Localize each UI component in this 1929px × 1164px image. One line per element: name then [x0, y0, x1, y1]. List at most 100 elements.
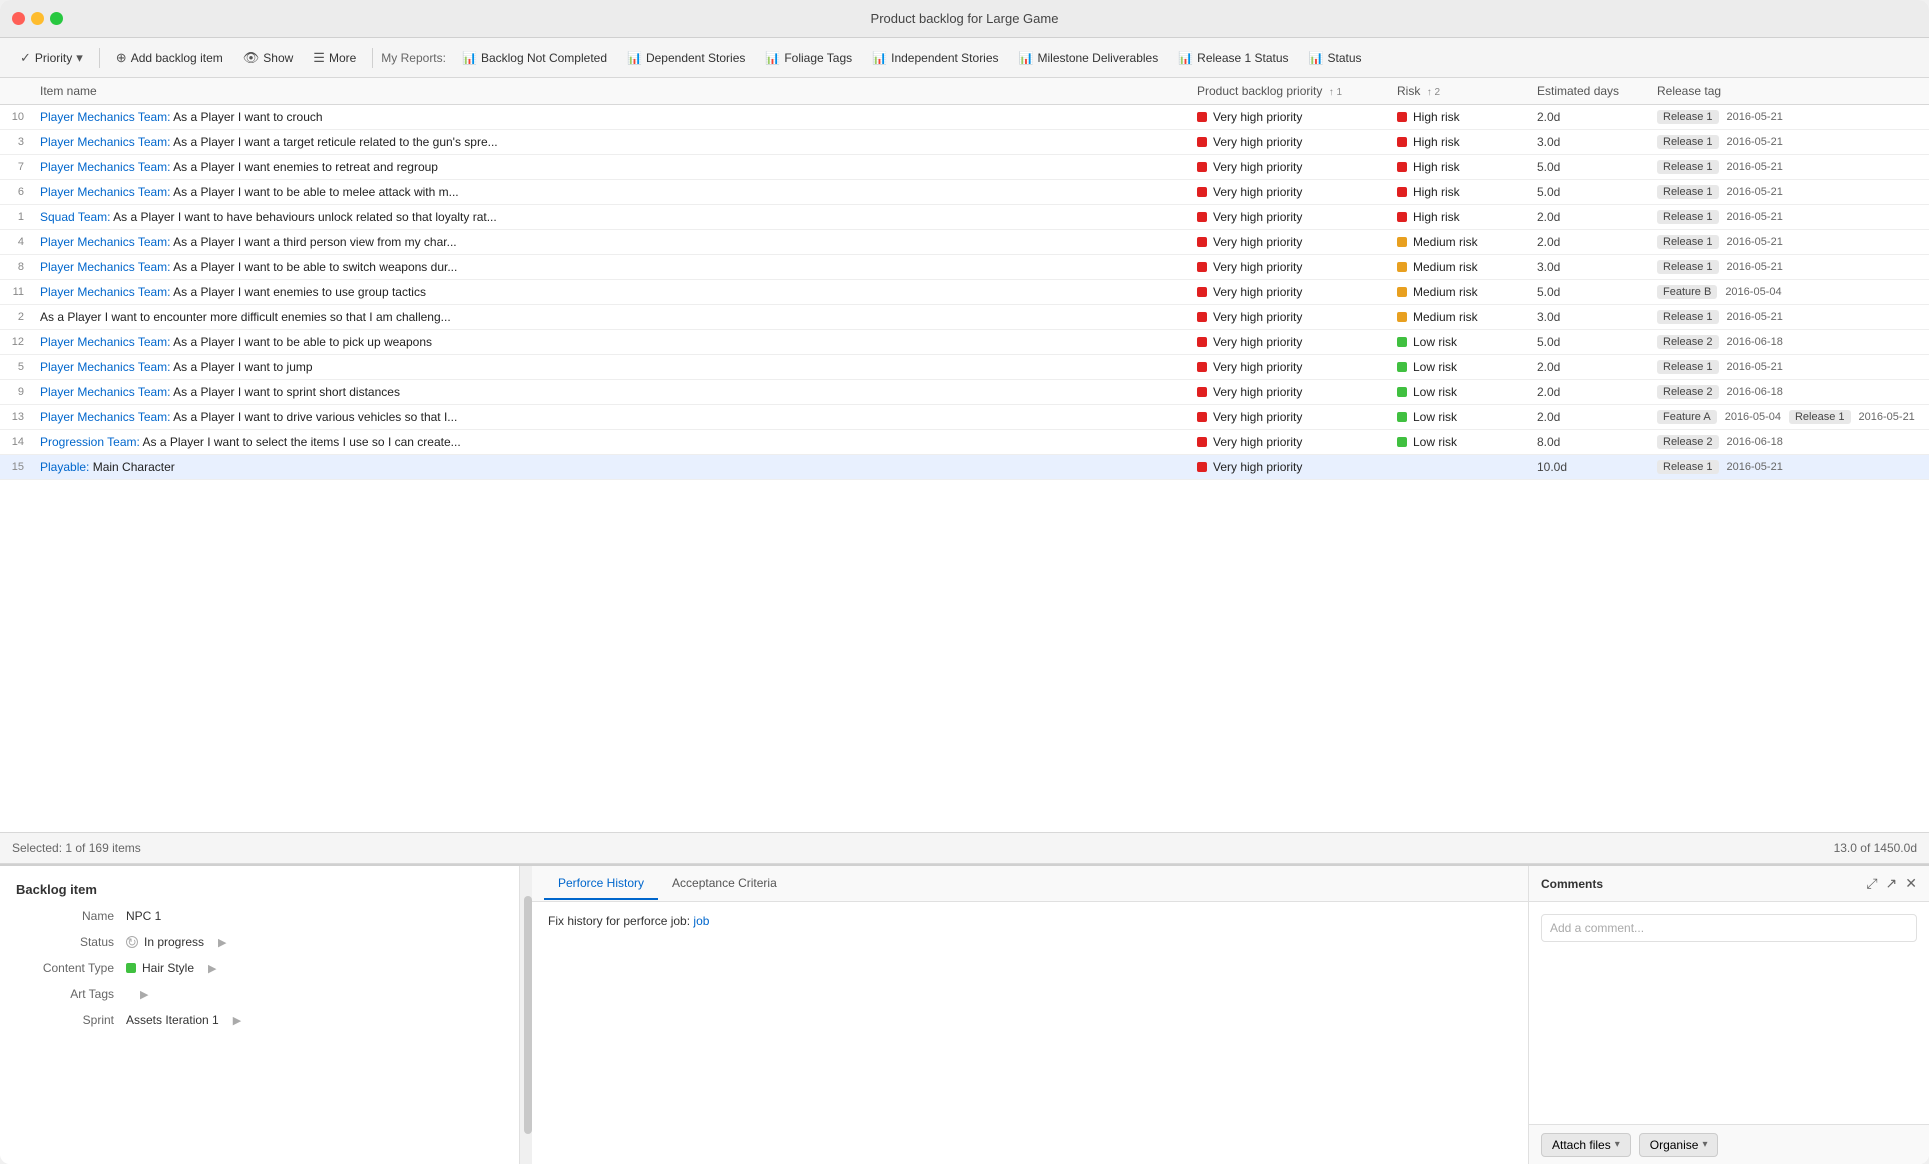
col-release[interactable]: Release tag	[1649, 78, 1929, 105]
row-item-name[interactable]: Squad Team: As a Player I want to have b…	[32, 205, 1189, 230]
item-description: As a Player I want to drive various vehi…	[171, 410, 458, 424]
row-item-name[interactable]: Player Mechanics Team: As a Player I wan…	[32, 105, 1189, 130]
team-name: Playable:	[40, 460, 89, 474]
scrollbar-thumb[interactable]	[524, 896, 532, 1134]
table-row[interactable]: 4Player Mechanics Team: As a Player I wa…	[0, 230, 1929, 255]
status-expand-arrow[interactable]: ▶	[218, 936, 226, 949]
table-row[interactable]: 6Player Mechanics Team: As a Player I wa…	[0, 180, 1929, 205]
risk-dot	[1397, 412, 1407, 422]
team-name: Player Mechanics Team:	[40, 360, 171, 374]
tab-acceptance-criteria[interactable]: Acceptance Criteria	[658, 868, 791, 900]
content-type-expand-arrow[interactable]: ▶	[208, 962, 216, 975]
team-name: Player Mechanics Team:	[40, 260, 171, 274]
table-row[interactable]: 11Player Mechanics Team: As a Player I w…	[0, 280, 1929, 305]
report-milestone-deliverables[interactable]: 📊 Milestone Deliverables	[1011, 47, 1167, 69]
show-button[interactable]: 👁 Show	[235, 46, 302, 70]
table-row[interactable]: 13Player Mechanics Team: As a Player I w…	[0, 405, 1929, 430]
close-button[interactable]	[12, 12, 25, 25]
report-release-1-status[interactable]: 📊 Release 1 Status	[1170, 47, 1296, 69]
field-art-tags-value[interactable]: ▶	[126, 988, 148, 1001]
external-link-button[interactable]: ↗	[1886, 875, 1898, 892]
row-item-name[interactable]: Playable: Main Character	[32, 455, 1189, 480]
row-item-name[interactable]: Player Mechanics Team: As a Player I wan…	[32, 330, 1189, 355]
row-item-name[interactable]: Player Mechanics Team: As a Player I wan…	[32, 230, 1189, 255]
organise-button[interactable]: Organise ▾	[1639, 1133, 1719, 1157]
priority-dot	[1197, 437, 1207, 447]
priority-dot	[1197, 387, 1207, 397]
row-item-name[interactable]: Player Mechanics Team: As a Player I wan…	[32, 380, 1189, 405]
report-status[interactable]: 📊 Status	[1301, 47, 1370, 69]
row-item-name[interactable]: As a Player I want to encounter more dif…	[32, 305, 1189, 330]
maximize-button[interactable]	[50, 12, 63, 25]
report-label-6: Release 1 Status	[1197, 51, 1288, 65]
col-estimated[interactable]: Estimated days	[1529, 78, 1649, 105]
sprint-expand-arrow[interactable]: ▶	[233, 1014, 241, 1027]
close-comments-button[interactable]: ✕	[1905, 875, 1917, 892]
report-independent-stories[interactable]: 📊 Independent Stories	[864, 47, 1006, 69]
col-priority[interactable]: Product backlog priority ↑ 1	[1189, 78, 1389, 105]
item-description: As a Player I want a third person view f…	[171, 235, 457, 249]
col-item-name[interactable]: Item name	[32, 78, 1189, 105]
perforce-job-link[interactable]: job	[693, 914, 709, 928]
priority-dot	[1197, 162, 1207, 172]
team-name: Player Mechanics Team:	[40, 185, 171, 199]
table-row[interactable]: 5Player Mechanics Team: As a Player I wa…	[0, 355, 1929, 380]
tab-perforce-history[interactable]: Perforce History	[544, 868, 658, 900]
item-description: As a Player I want enemies to retreat an…	[171, 160, 438, 174]
row-item-name[interactable]: Player Mechanics Team: As a Player I wan…	[32, 255, 1189, 280]
row-risk: Low risk	[1389, 330, 1529, 355]
field-name-value[interactable]: NPC 1	[126, 909, 161, 923]
report-backlog-not-completed[interactable]: 📊 Backlog Not Completed	[454, 47, 615, 69]
field-status-value[interactable]: ↻ In progress ▶	[126, 935, 227, 949]
more-label: More	[329, 51, 356, 65]
table-row[interactable]: 7Player Mechanics Team: As a Player I wa…	[0, 155, 1929, 180]
more-button[interactable]: ☰ More	[305, 46, 364, 70]
row-item-name[interactable]: Progression Team: As a Player I want to …	[32, 430, 1189, 455]
field-content-type-value[interactable]: Hair Style ▶	[126, 961, 216, 975]
team-name: Player Mechanics Team:	[40, 410, 171, 424]
risk-dot	[1397, 337, 1407, 347]
team-name: Player Mechanics Team:	[40, 160, 171, 174]
table-row[interactable]: 3Player Mechanics Team: As a Player I wa…	[0, 130, 1929, 155]
item-description: As a Player I want a target reticule rel…	[171, 135, 498, 149]
attach-files-button[interactable]: Attach files ▾	[1541, 1133, 1631, 1157]
expand-icon-button[interactable]: ⤢	[1866, 875, 1877, 892]
field-sprint-value[interactable]: Assets Iteration 1 ▶	[126, 1013, 241, 1027]
team-name: Player Mechanics Team:	[40, 135, 171, 149]
table-row[interactable]: 2As a Player I want to encounter more di…	[0, 305, 1929, 330]
col-num	[0, 78, 32, 105]
table-row[interactable]: 15Playable: Main CharacterVery high prio…	[0, 455, 1929, 480]
col-risk[interactable]: Risk ↑ 2	[1389, 78, 1529, 105]
table-row[interactable]: 12Player Mechanics Team: As a Player I w…	[0, 330, 1929, 355]
row-item-name[interactable]: Player Mechanics Team: As a Player I wan…	[32, 405, 1189, 430]
table-row[interactable]: 1Squad Team: As a Player I want to have …	[0, 205, 1929, 230]
sort-icon-risk: ↑ 2	[1427, 87, 1440, 98]
row-number: 1	[0, 205, 32, 230]
row-item-name[interactable]: Player Mechanics Team: As a Player I wan…	[32, 355, 1189, 380]
minimize-button[interactable]	[31, 12, 44, 25]
table-row[interactable]: 9Player Mechanics Team: As a Player I wa…	[0, 380, 1929, 405]
table-row[interactable]: 10Player Mechanics Team: As a Player I w…	[0, 105, 1929, 130]
table-row[interactable]: 8Player Mechanics Team: As a Player I wa…	[0, 255, 1929, 280]
row-item-name[interactable]: Player Mechanics Team: As a Player I wan…	[32, 180, 1189, 205]
report-foliage-tags[interactable]: 📊 Foliage Tags	[757, 47, 860, 69]
detail-scrollbar[interactable]	[520, 866, 532, 1164]
priority-dropdown[interactable]: ✓ Priority ▾	[12, 46, 91, 70]
table-container[interactable]: Item name Product backlog priority ↑ 1 R…	[0, 78, 1929, 832]
add-comment-input[interactable]: Add a comment...	[1541, 914, 1917, 942]
row-item-name[interactable]: Player Mechanics Team: As a Player I wan…	[32, 280, 1189, 305]
row-item-name[interactable]: Player Mechanics Team: As a Player I wan…	[32, 130, 1189, 155]
priority-dot	[1197, 337, 1207, 347]
add-backlog-button[interactable]: ⊕ Add backlog item	[108, 46, 231, 70]
release-badge: Release 2	[1657, 385, 1719, 399]
risk-dot	[1397, 137, 1407, 147]
art-tags-expand-arrow[interactable]: ▶	[140, 988, 148, 1001]
row-item-name[interactable]: Player Mechanics Team: As a Player I wan…	[32, 155, 1189, 180]
row-release: Release 12016-05-21	[1649, 305, 1929, 330]
table-row[interactable]: 14Progression Team: As a Player I want t…	[0, 430, 1929, 455]
priority-label: Very high priority	[1213, 185, 1302, 199]
toolbar-separator-1	[99, 48, 100, 68]
risk-label: High risk	[1413, 135, 1460, 149]
row-estimated: 3.0d	[1529, 305, 1649, 330]
report-dependent-stories[interactable]: 📊 Dependent Stories	[619, 47, 753, 69]
